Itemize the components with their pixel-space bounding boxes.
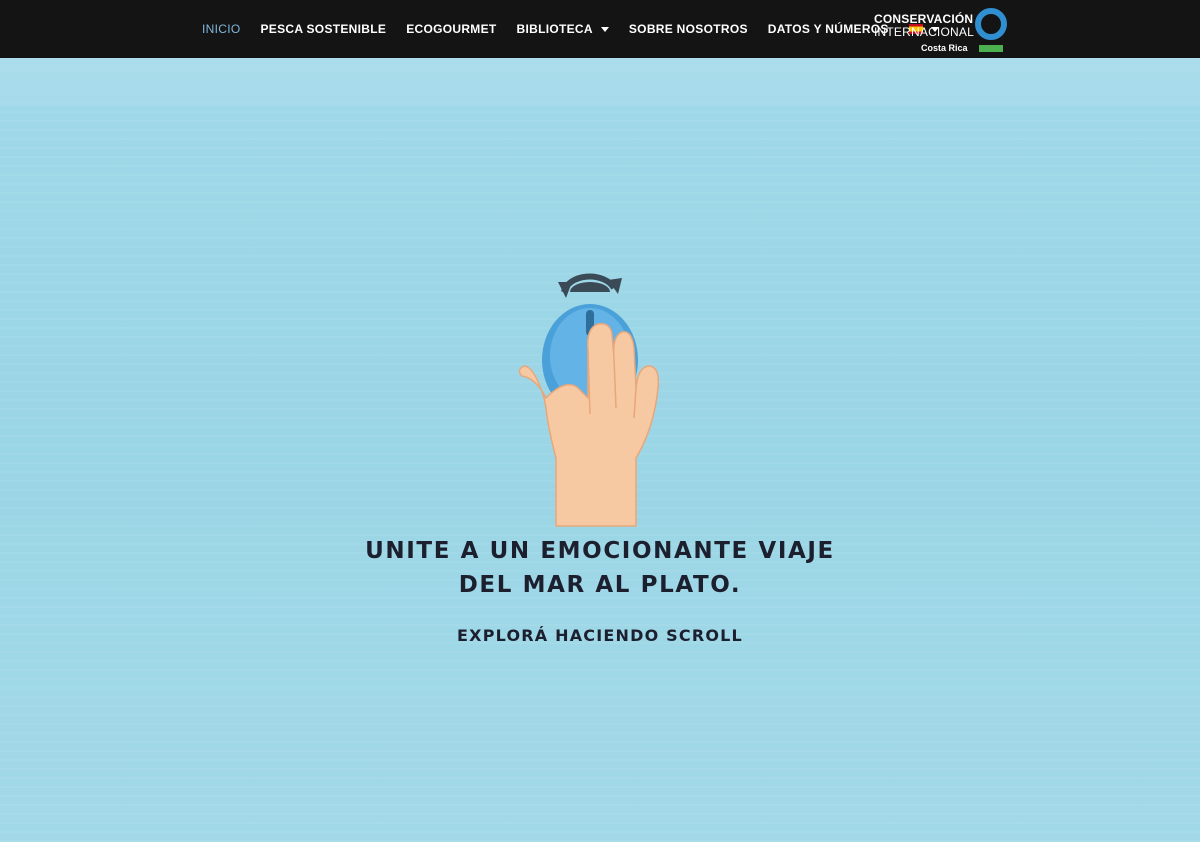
nav-item-sobre-nosotros[interactable]: SOBRE NOSOTROS [619, 0, 758, 58]
nav-item-label: BIBLIOTECA [516, 22, 593, 36]
nav-item-pesca-sostenible[interactable]: PESCA SOSTENIBLE [250, 0, 396, 58]
chevron-down-icon [600, 26, 609, 32]
conservacion-internacional-logo[interactable]: CONSERVACIÓN INTERNACIONAL Costa Rica [874, 6, 1014, 54]
top-navbar: INICIO PESCA SOSTENIBLE ECOGOURMET BIBLI… [0, 0, 1200, 58]
nav-item-ecogourmet[interactable]: ECOGOURMET [396, 0, 506, 58]
nav-item-label: DATOS Y NÚMEROS [767, 22, 889, 36]
nav-item-biblioteca[interactable]: BIBLIOTECA [507, 0, 619, 58]
nav-item-label: ECOGOURMET [406, 22, 497, 36]
logo-text-line3: Costa Rica [921, 43, 968, 53]
scroll-hint: EXPLORÁ HACIENDO SCROLL [457, 626, 743, 645]
scroll-mouse-hand-icon [518, 273, 660, 527]
logo-text-line1: CONSERVACIÓN [874, 12, 974, 26]
logo-text-line2: INTERNACIONAL [874, 25, 974, 39]
ocean-surface-band [0, 58, 1200, 106]
hero-headline-line2: DEL MAR AL PLATO. [458, 572, 742, 598]
nav-item-label: SOBRE NOSOTROS [628, 22, 748, 36]
nav-item-inicio[interactable]: INICIO [192, 0, 250, 58]
main-menu: INICIO PESCA SOSTENIBLE ECOGOURMET BIBLI… [192, 0, 949, 58]
hero-headline-line1: UNITE A UN EMOCIONANTE VIAJE [365, 538, 835, 564]
nav-item-label: PESCA SOSTENIBLE [260, 22, 387, 36]
nav-item-label: INICIO [202, 22, 241, 36]
logo-ring-icon [975, 8, 1007, 52]
